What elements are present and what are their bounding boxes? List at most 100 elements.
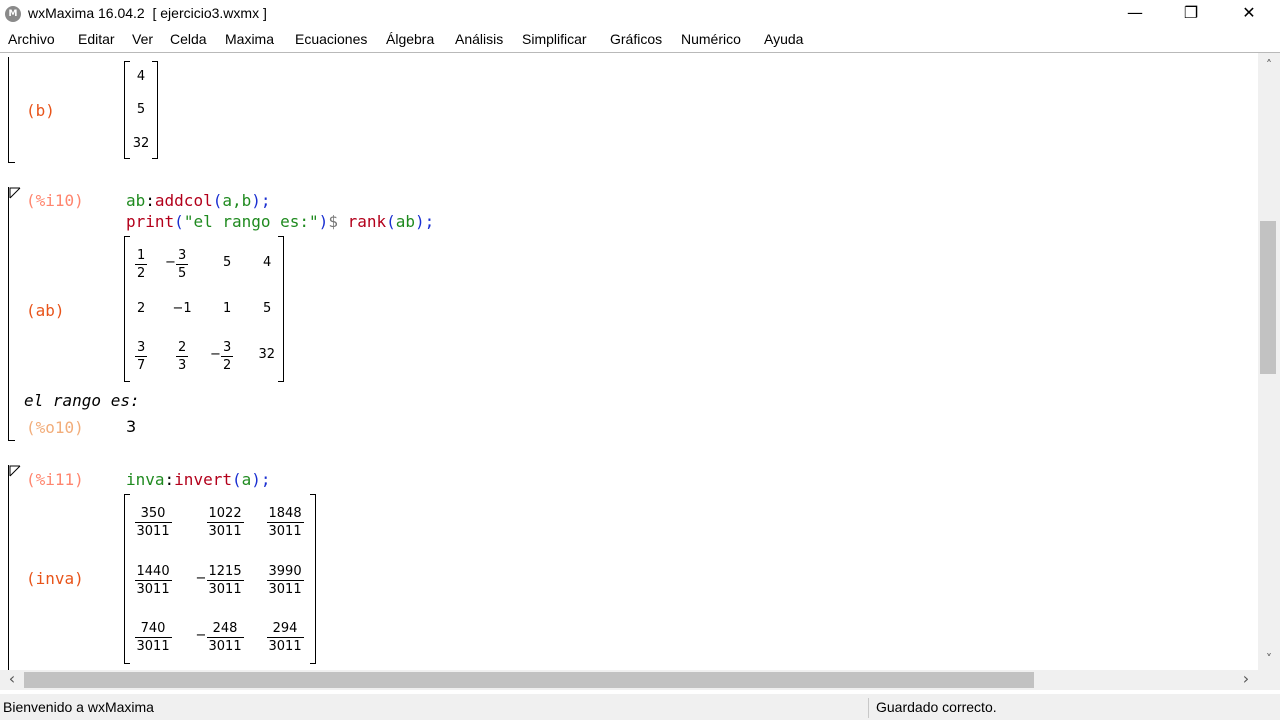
scroll-up-arrow-icon[interactable]: ˄	[1261, 57, 1277, 73]
cell-bracket-i10[interactable]	[8, 187, 15, 441]
matrix-ab-entry: −1	[172, 301, 192, 316]
code-paren: (	[386, 212, 396, 231]
menu-numerico[interactable]: Numérico	[681, 31, 741, 47]
code-function: addcol	[154, 191, 213, 210]
wxmaxima-app-icon[interactable]: M	[5, 6, 21, 22]
menu-editar[interactable]: Editar	[78, 31, 115, 47]
matrix-b-entry: 4	[136, 69, 146, 84]
code-colon: :	[164, 470, 175, 489]
input-line-2[interactable]: print("el rango es:")$ rank(ab);	[126, 212, 434, 231]
status-separator	[868, 698, 869, 718]
code-paren: );	[415, 212, 435, 231]
code-colon: :	[145, 191, 155, 210]
minus-sign: −	[210, 347, 221, 362]
menu-archivo[interactable]: Archivo	[8, 31, 55, 47]
code-variable: ab	[126, 191, 146, 210]
cell-bracket[interactable]	[8, 57, 15, 163]
matrix-ab-entry: 32	[258, 347, 276, 362]
matrix-ab-entry: 4	[263, 255, 272, 270]
input-label-i11: (%i11)	[26, 470, 84, 489]
input-label-i10: (%i10)	[26, 191, 84, 210]
matrix-ab-entry: 5	[263, 301, 272, 316]
matrix-ab-entry: 37	[135, 339, 148, 373]
code-paren: (	[174, 212, 184, 231]
printed-output: el rango es:	[24, 391, 140, 410]
output-label-ab: (ab)	[26, 301, 65, 320]
menu-maxima[interactable]: Maxima	[225, 31, 274, 47]
horizontal-scroll-thumb[interactable]	[24, 672, 1034, 688]
output-label-inva: (inva)	[26, 569, 84, 588]
code-paren: );	[251, 191, 271, 210]
vertical-scroll-thumb[interactable]	[1260, 221, 1276, 374]
matrix-ab-entry: 5	[223, 255, 232, 270]
status-message: Bienvenido a wxMaxima	[3, 699, 154, 715]
status-bar: Bienvenido a wxMaxima Guardado correcto.	[0, 694, 1280, 720]
code-function: print	[126, 212, 175, 231]
matrix-ab-entry: 2	[137, 301, 146, 316]
input-subbracket	[8, 236, 15, 248]
cell-input-triangle-icon[interactable]	[9, 465, 21, 477]
code-string: "el rango es:"	[183, 212, 319, 231]
code-paren: (	[231, 470, 242, 489]
cell-input-triangle-icon[interactable]	[9, 187, 21, 199]
code-args: a,b	[222, 191, 252, 210]
scroll-right-arrow-icon[interactable]: ›	[1238, 671, 1254, 687]
menu-celda[interactable]: Celda	[170, 31, 207, 47]
matrix-ab-entry: 12	[135, 247, 148, 281]
code-variable: inva	[126, 470, 165, 489]
minus-sign: −	[195, 571, 207, 586]
input-line-1[interactable]: inva:invert(a);	[126, 470, 271, 489]
rank-result: 3	[126, 417, 137, 436]
code-args: ab	[395, 212, 416, 231]
menu-ayuda[interactable]: Ayuda	[764, 31, 803, 47]
matrix-inva-entry: 1215 3011	[206, 563, 244, 597]
matrix-b-entry: 32	[132, 136, 150, 151]
code-paren: )	[318, 212, 329, 231]
menu-graficos[interactable]: Gráficos	[610, 31, 662, 47]
menu-algebra[interactable]: Álgebra	[386, 31, 434, 47]
matrix-ab: 1 2 3 5−5 4 2 −1 1 5 3 7 2 3 3 2−32	[124, 236, 284, 382]
cell-bracket-i11[interactable]	[8, 465, 15, 670]
matrix-b: 4 5 32	[124, 61, 158, 159]
menu-simplificar[interactable]: Simplificar	[522, 31, 587, 47]
code-args: a	[241, 470, 252, 489]
menu-ver[interactable]: Ver	[132, 31, 153, 47]
matrix-b-entry: 5	[136, 102, 146, 117]
scroll-down-arrow-icon[interactable]: ˅	[1261, 651, 1277, 667]
code-function: invert	[174, 470, 232, 489]
matrix-inva-entry: 740 3011	[134, 620, 172, 654]
output-label-o10: (%o10)	[26, 418, 84, 437]
minus-sign: −	[165, 255, 176, 270]
matrix-inva-entry: 1022 3011	[206, 505, 244, 539]
minus-sign: −	[195, 628, 207, 643]
code-paren: (	[212, 191, 223, 210]
input-line-1[interactable]: ab:addcol(a,b);	[126, 191, 271, 210]
scroll-corner	[1258, 670, 1280, 690]
cell-bracket-end	[8, 162, 15, 163]
matrix-ab-entry: 35	[176, 247, 189, 281]
matrix-inva-entry: 294 3011	[266, 620, 304, 654]
menu-analisis[interactable]: Análisis	[455, 31, 503, 47]
matrix-inva-entry: 350 3011	[134, 505, 172, 539]
output-label-b: (b)	[26, 101, 55, 120]
code-function: rank	[347, 212, 387, 231]
menu-bar: Archivo Editar Ver Celda Maxima Ecuacion…	[0, 28, 1280, 53]
window-title: wxMaxima 16.04.2 [ ejercicio3.wxmx ]	[28, 5, 267, 21]
cell-bracket-end	[8, 440, 15, 441]
title-bar: M wxMaxima 16.04.2 [ ejercicio3.wxmx ] —…	[0, 0, 1280, 28]
scroll-left-arrow-icon[interactable]: ‹	[4, 671, 20, 687]
matrix-inva-entry: 248 3011	[206, 620, 244, 654]
matrix-ab-entry: 32	[221, 339, 234, 373]
minimize-button[interactable]: —	[1112, 0, 1158, 28]
matrix-ab-entry: 23	[176, 339, 189, 373]
maximize-button[interactable]: ❐	[1168, 0, 1214, 28]
code-paren: );	[251, 470, 271, 489]
menu-ecuaciones[interactable]: Ecuaciones	[295, 31, 367, 47]
close-button[interactable]: ✕	[1226, 0, 1272, 28]
matrix-inva-entry: 3990 3011	[266, 563, 304, 597]
matrix-inva-entry: 1848 3011	[266, 505, 304, 539]
worksheet[interactable]: (b) 4 5 32 (%i10) ab:addcol(a,b); print(…	[0, 53, 1258, 670]
matrix-inva: 350 3011 1022 3011 1848 3011 1440 3011 1215 3011−…	[124, 494, 316, 664]
save-status: Guardado correcto.	[876, 699, 997, 715]
matrix-inva-entry: 1440 3011	[134, 563, 172, 597]
